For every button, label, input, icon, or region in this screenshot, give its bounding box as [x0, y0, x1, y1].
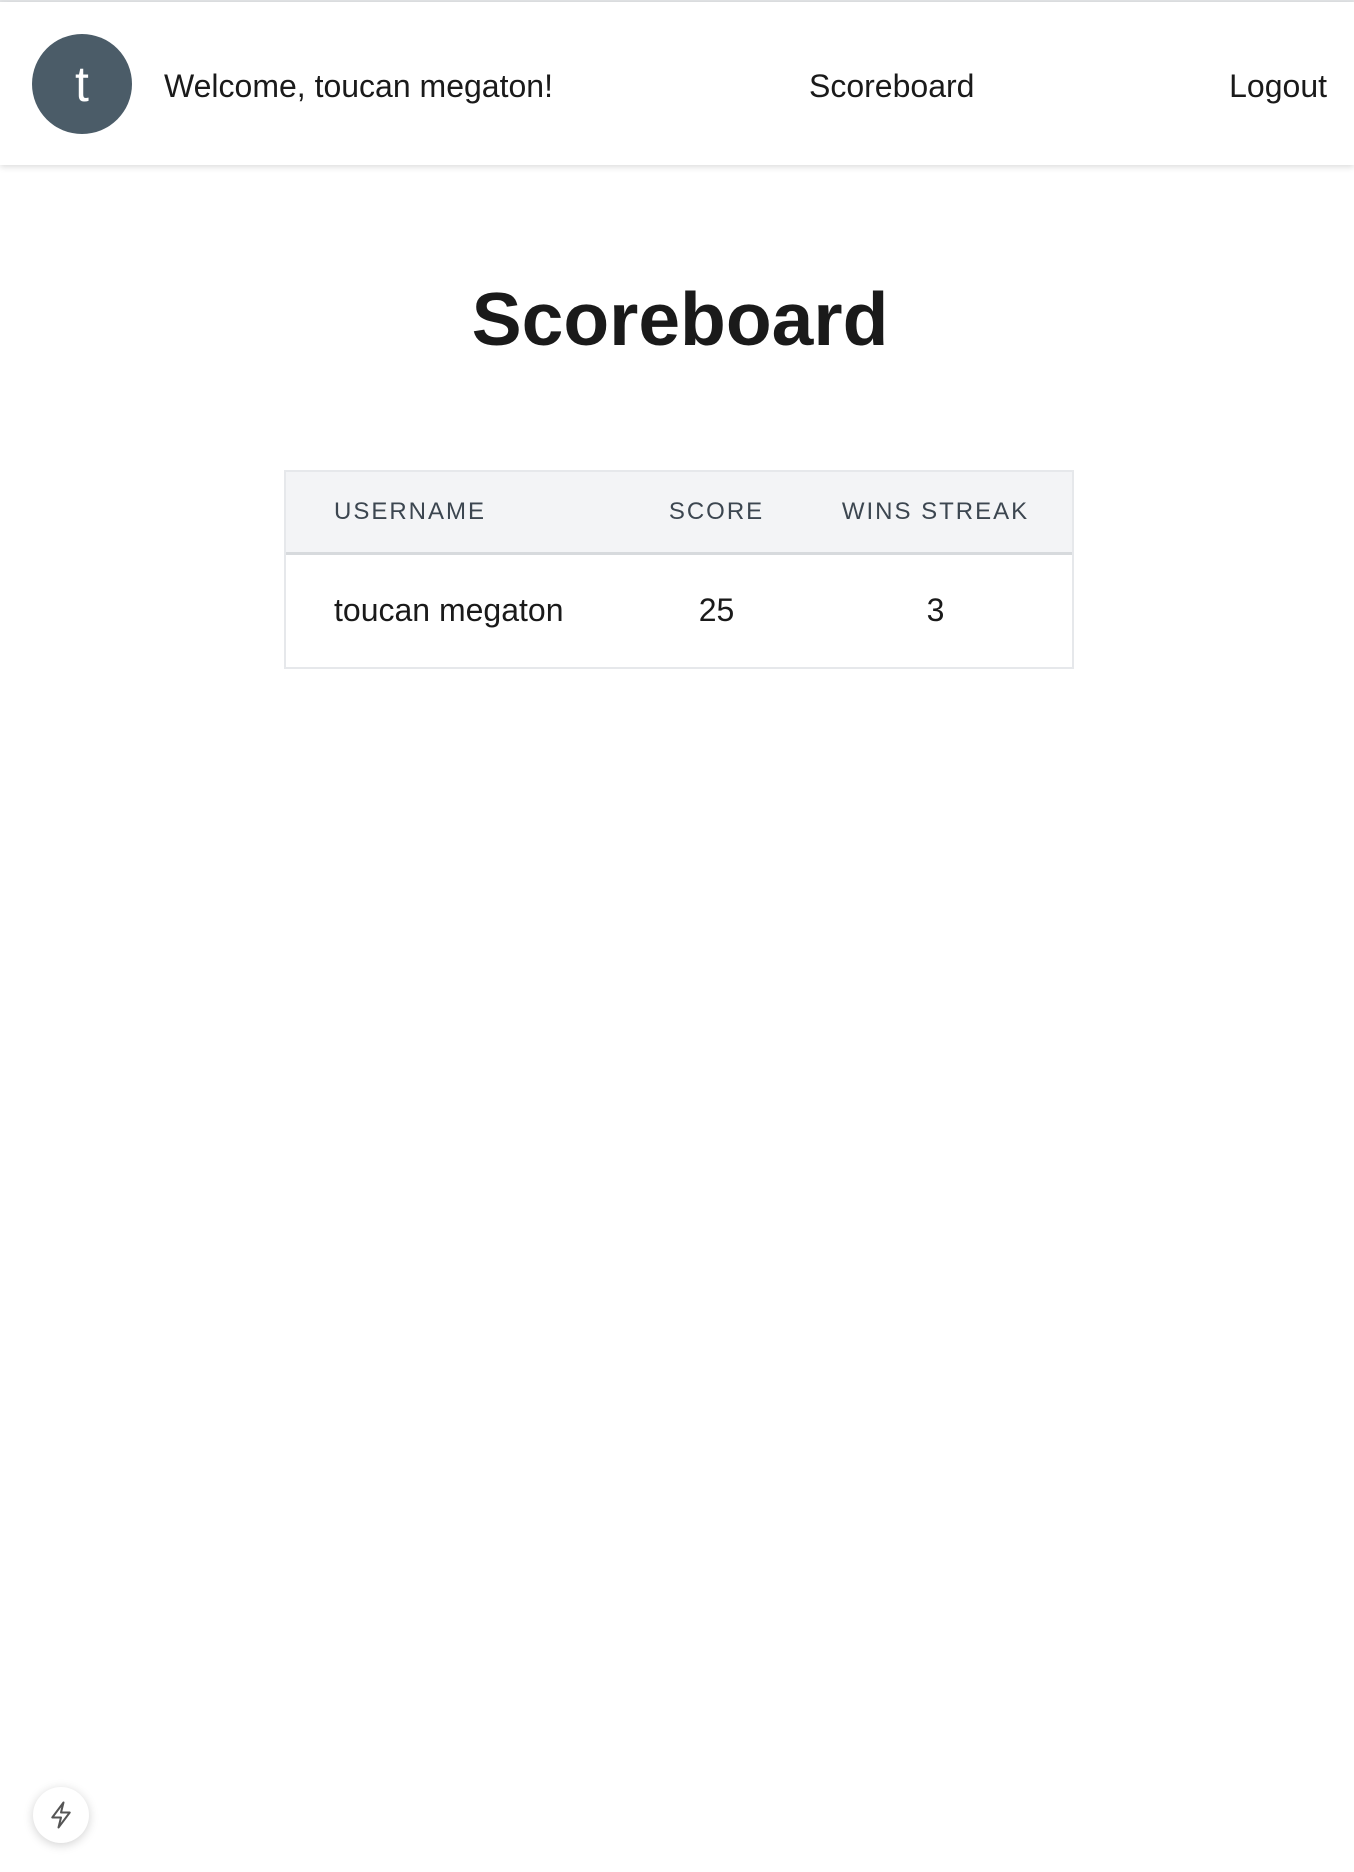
column-header-wins-streak: WINS STREAK	[799, 472, 1072, 555]
avatar[interactable]: t	[32, 34, 132, 134]
dev-tools-button[interactable]	[33, 1787, 89, 1843]
cell-username: toucan megaton	[334, 592, 564, 629]
table-row: toucan megaton 25 3	[286, 553, 1072, 667]
page-title: Scoreboard	[471, 277, 889, 361]
nav-link-scoreboard[interactable]: Scoreboard	[809, 66, 974, 106]
page: t Welcome, toucan megaton! Scoreboard Lo…	[0, 0, 1354, 1872]
avatar-initial: t	[75, 56, 89, 112]
column-header-score: SCORE	[634, 472, 799, 555]
logout-link[interactable]: Logout	[1229, 66, 1327, 106]
top-nav-bar: t Welcome, toucan megaton! Scoreboard Lo…	[0, 2, 1354, 165]
lightning-bolt-icon	[51, 1801, 71, 1829]
scoreboard-table: USERNAME SCORE WINS STREAK toucan megato…	[284, 470, 1074, 669]
cell-score: 25	[698, 592, 735, 629]
cell-wins-streak: 3	[926, 592, 945, 629]
table-header-row: USERNAME SCORE WINS STREAK	[286, 472, 1072, 555]
column-header-username: USERNAME	[286, 472, 634, 555]
welcome-message: Welcome, toucan megaton!	[164, 68, 553, 104]
